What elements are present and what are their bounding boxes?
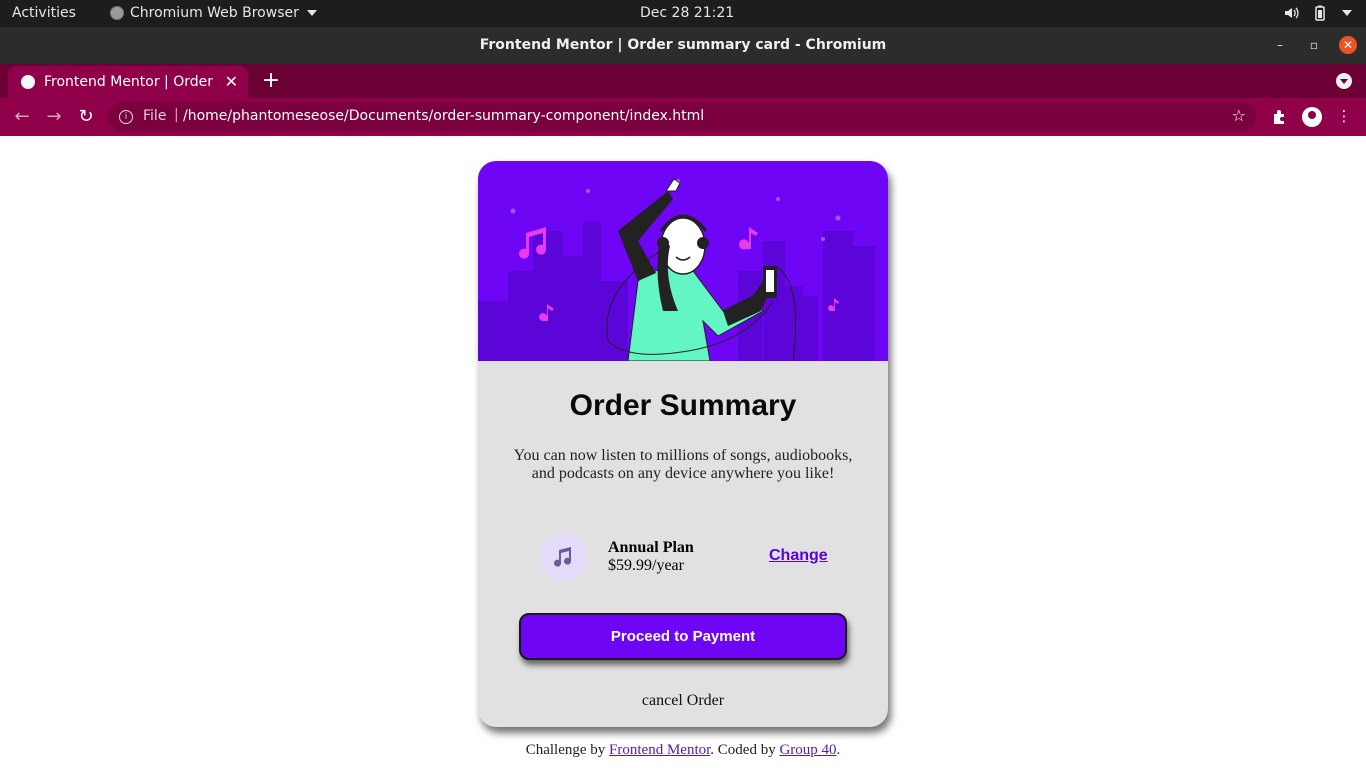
frontend-mentor-link[interactable]: Frontend Mentor xyxy=(609,742,710,758)
attribution-footer: Challenge by Frontend Mentor. Coded by G… xyxy=(0,742,1366,759)
system-menu-chevron-icon xyxy=(1342,10,1352,16)
info-icon[interactable]: i xyxy=(119,110,133,124)
change-plan-link[interactable]: Change xyxy=(769,547,828,565)
back-button[interactable]: ← xyxy=(11,106,33,127)
url-separator: | xyxy=(174,107,179,123)
footer-suffix: . xyxy=(836,742,841,758)
tab-label: Frontend Mentor | Order summary card xyxy=(44,74,214,90)
proceed-to-payment-button[interactable]: Proceed to Payment xyxy=(519,613,847,660)
order-summary-card: Order Summary You can now listen to mill… xyxy=(478,161,888,727)
plan-price: $59.99/year xyxy=(608,557,684,574)
chromium-icon xyxy=(110,6,124,20)
favicon-icon xyxy=(21,75,35,89)
profile-avatar-icon[interactable] xyxy=(1302,107,1322,127)
footer-middle: . Coded by xyxy=(710,742,780,758)
cancel-order-button[interactable]: cancel Order xyxy=(478,692,888,710)
music-icon-badge xyxy=(540,533,588,581)
page-viewport: Order Summary You can now listen to mill… xyxy=(0,137,1366,768)
close-window-button[interactable]: ✕ xyxy=(1339,36,1357,54)
tab-search-button[interactable] xyxy=(1336,73,1352,89)
battery-icon xyxy=(1315,5,1325,21)
maximize-button[interactable]: ▫ xyxy=(1305,36,1323,54)
more-menu-icon[interactable]: ⋮ xyxy=(1334,107,1354,125)
url-text[interactable]: /home/phantomeseose/Documents/order-summ… xyxy=(183,108,704,124)
system-top-bar: Activities Chromium Web Browser Dec 28 2… xyxy=(0,0,1366,27)
plan-row: Annual Plan $59.99/year Change xyxy=(478,531,888,585)
browser-toolbar: ← → ↻ i File | /home/phantomeseose/Docum… xyxy=(0,98,1366,136)
minimize-button[interactable]: – xyxy=(1271,36,1289,54)
tab-close-icon[interactable]: ✕ xyxy=(225,72,238,91)
bookmark-star-icon[interactable]: ☆ xyxy=(1232,106,1246,125)
tab-strip: Frontend Mentor | Order summary card ✕ + xyxy=(0,64,1366,98)
new-tab-button[interactable]: + xyxy=(260,68,282,93)
volume-icon xyxy=(1285,7,1299,19)
window-title: Frontend Mentor | Order summary card - C… xyxy=(479,37,887,53)
window-title-bar: Frontend Mentor | Order summary card - C… xyxy=(0,27,1366,64)
plan-name: Annual Plan xyxy=(608,539,694,556)
hero-illustration xyxy=(478,161,888,361)
app-menu-label: Chromium Web Browser xyxy=(130,5,299,21)
reload-button[interactable]: ↻ xyxy=(75,106,97,127)
forward-button[interactable]: → xyxy=(43,106,65,127)
activities-button[interactable]: Activities xyxy=(12,5,76,21)
card-title: Order Summary xyxy=(569,389,797,422)
tab-order-summary[interactable]: Frontend Mentor | Order summary card ✕ xyxy=(8,66,248,98)
music-dancer-illustration xyxy=(478,178,875,361)
chevron-down-icon xyxy=(306,10,317,16)
music-note-icon xyxy=(554,547,572,567)
footer-prefix: Challenge by xyxy=(525,742,610,758)
address-bar[interactable]: i File | /home/phantomeseose/Documents/o… xyxy=(108,102,1256,132)
clock[interactable]: Dec 28 21:21 xyxy=(640,5,734,21)
card-description: You can now listen to millions of songs,… xyxy=(513,447,853,482)
extensions-icon[interactable] xyxy=(1270,107,1290,125)
url-scheme-label: File xyxy=(143,108,167,124)
app-menu[interactable]: Chromium Web Browser xyxy=(110,5,317,21)
system-tray[interactable] xyxy=(1284,5,1352,21)
author-link[interactable]: Group 40 xyxy=(779,742,836,758)
